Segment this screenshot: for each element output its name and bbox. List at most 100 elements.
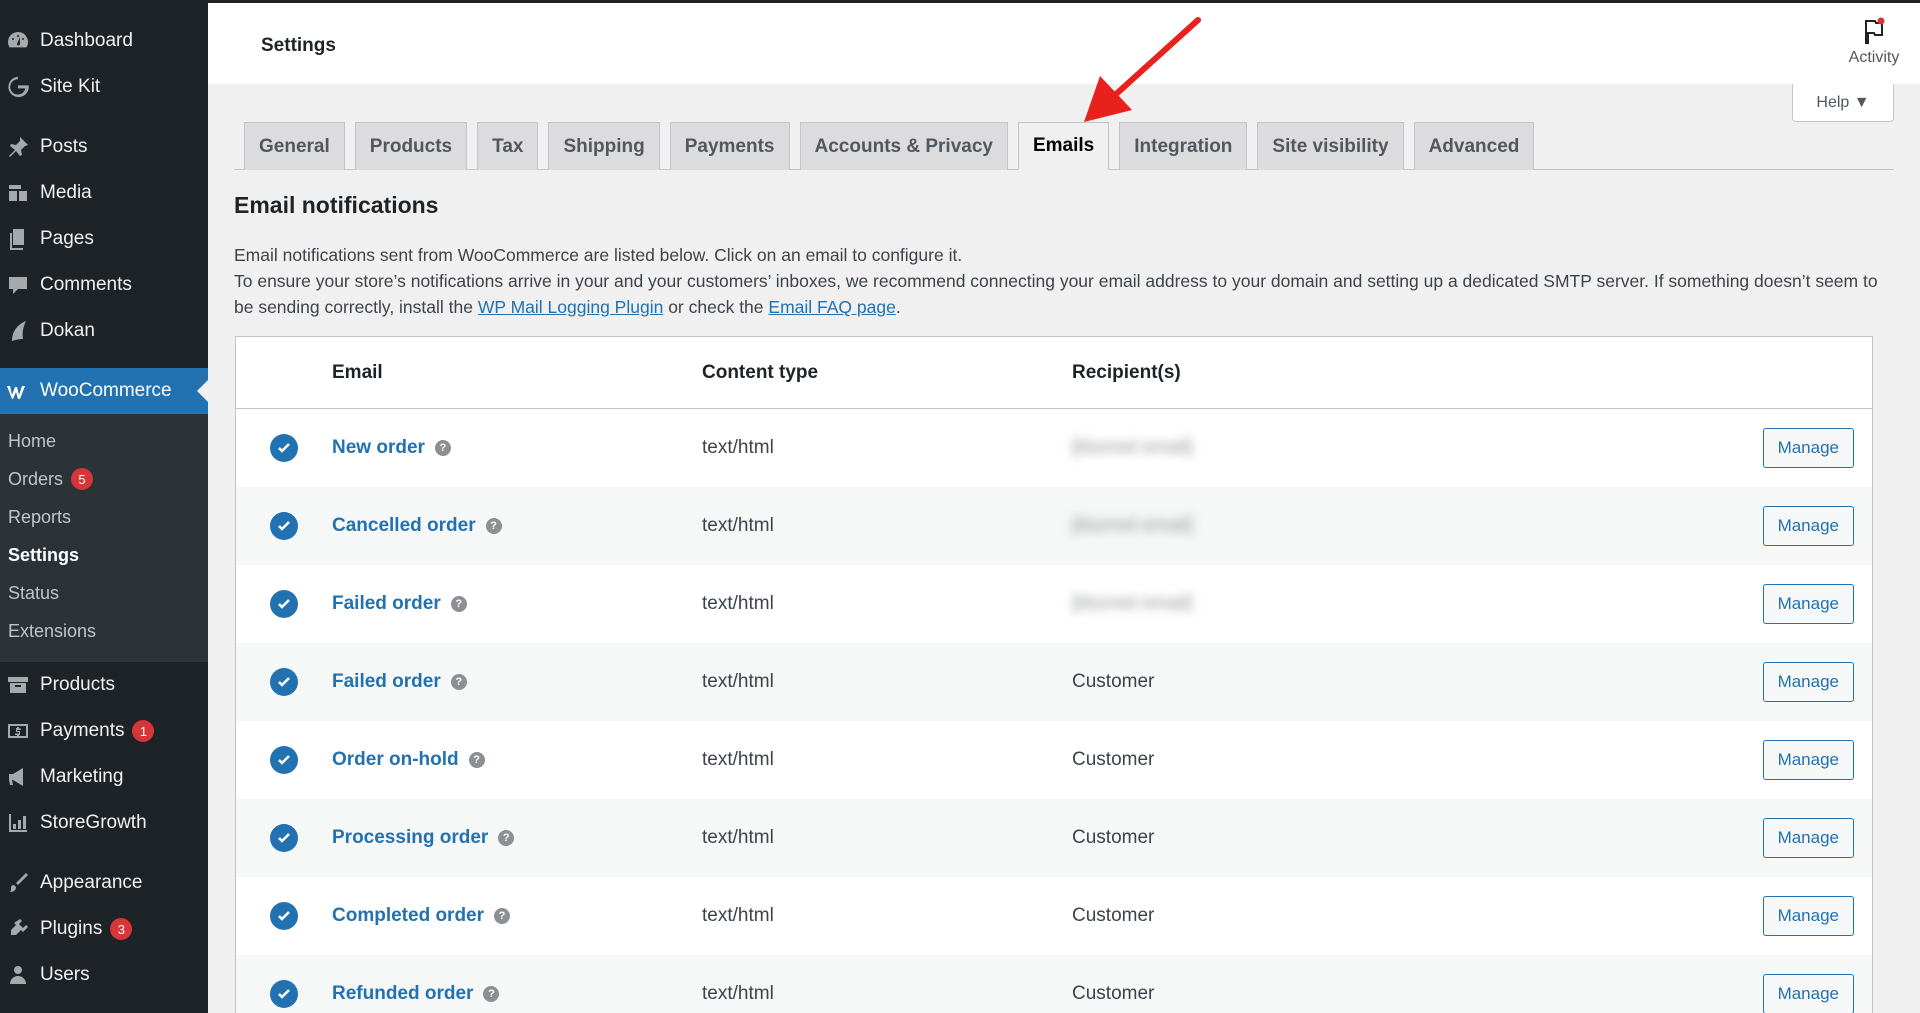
enabled-check-icon xyxy=(270,980,298,1008)
sidebar-item-label: Pages xyxy=(40,228,94,249)
manage-button[interactable]: Manage xyxy=(1762,428,1854,468)
tab-site-visibility[interactable]: Site visibility xyxy=(1257,122,1404,170)
enabled-check-icon xyxy=(270,590,298,618)
help-tip-icon[interactable]: ? xyxy=(498,829,515,846)
sidebar-item-label: Comments xyxy=(40,274,132,295)
help-tip-icon[interactable]: ? xyxy=(434,439,451,456)
help-tip-icon[interactable]: ? xyxy=(483,985,500,1002)
submenu-item-settings[interactable]: Settings xyxy=(0,536,208,574)
table-row: Processing order? text/html Customer Manage xyxy=(236,799,1872,877)
plugins-count-badge: 3 xyxy=(110,918,133,940)
help-tip-icon[interactable]: ? xyxy=(450,673,467,690)
enabled-check-icon xyxy=(270,512,298,540)
sidebar-item-products[interactable]: Products xyxy=(0,662,208,708)
manage-button[interactable]: Manage xyxy=(1762,662,1854,702)
email-name-link[interactable]: Order on-hold xyxy=(332,749,459,770)
email-name-link[interactable]: Completed order xyxy=(332,905,484,926)
tab-integration[interactable]: Integration xyxy=(1119,122,1248,170)
manage-button[interactable]: Manage xyxy=(1762,896,1854,936)
tab-tax[interactable]: Tax xyxy=(477,122,539,170)
sidebar-item-plugins[interactable]: Plugins 3 xyxy=(0,906,208,952)
archive-icon xyxy=(4,671,32,699)
megaphone-icon xyxy=(4,763,32,791)
dokan-icon xyxy=(4,317,32,345)
sidebar-item-label: Media xyxy=(40,182,92,203)
sidebar-item-label: Plugins xyxy=(40,918,103,939)
brush-icon xyxy=(4,869,32,897)
submenu-label: Extensions xyxy=(8,620,97,641)
sidebar-item-label: Dokan xyxy=(40,320,95,341)
email-faq-link[interactable]: Email FAQ page xyxy=(768,297,895,317)
email-name-link[interactable]: Failed order xyxy=(332,671,441,692)
wp-mail-logging-link[interactable]: WP Mail Logging Plugin xyxy=(478,297,663,317)
submenu-item-status[interactable]: Status xyxy=(0,574,208,612)
submenu-label: Settings xyxy=(8,544,80,565)
manage-button[interactable]: Manage xyxy=(1762,818,1854,858)
sidebar-item-dashboard[interactable]: Dashboard xyxy=(0,18,208,64)
email-notifications-table: Email Content type Recipient(s) New orde… xyxy=(235,336,1873,1013)
email-name-link[interactable]: Cancelled order xyxy=(332,515,476,536)
sidebar-item-dokan[interactable]: Dokan xyxy=(0,308,208,354)
manage-button[interactable]: Manage xyxy=(1762,584,1854,624)
sidebar-item-appearance[interactable]: Appearance xyxy=(0,860,208,906)
desc-line-2: To ensure your store’s notifications arr… xyxy=(234,268,1894,320)
desc-line-1: Email notifications sent from WooCommerc… xyxy=(234,245,963,265)
table-row: Failed order? text/html Customer Manage xyxy=(236,643,1872,721)
content-type-cell: text/html xyxy=(702,983,774,1004)
table-row: New order? text/html [blurred email] Manage xyxy=(236,409,1872,487)
table-body: New order? text/html [blurred email] Manage… xyxy=(236,409,1872,1013)
manage-button[interactable]: Manage xyxy=(1762,974,1854,1013)
enabled-check-icon xyxy=(270,668,298,696)
tab-general[interactable]: General xyxy=(244,122,345,170)
enabled-check-icon xyxy=(270,434,298,462)
sidebar-item-woocommerce[interactable]: WooCommerce xyxy=(0,368,208,414)
sidebar-item-users[interactable]: Users xyxy=(0,952,208,998)
sidebar-item-label: Site Kit xyxy=(40,76,101,97)
manage-button[interactable]: Manage xyxy=(1762,506,1854,546)
page-header: Settings Activity xyxy=(208,0,1920,84)
submenu-item-reports[interactable]: Reports xyxy=(0,498,208,536)
enabled-check-icon xyxy=(270,746,298,774)
submenu-item-extensions[interactable]: Extensions xyxy=(0,612,208,650)
sidebar-item-posts[interactable]: Posts xyxy=(0,124,208,170)
annotation-arrow xyxy=(1084,17,1201,122)
help-tip-icon[interactable]: ? xyxy=(450,595,467,612)
sidebar-item-payments[interactable]: Payments 1 xyxy=(0,708,208,754)
submenu-label: Status xyxy=(8,582,60,603)
payments-icon xyxy=(4,717,32,745)
tab-shipping[interactable]: Shipping xyxy=(548,122,660,170)
help-tip-icon[interactable]: ? xyxy=(485,517,502,534)
sidebar-item-storegrowth[interactable]: StoreGrowth xyxy=(0,800,208,846)
recipient-cell: Customer xyxy=(1072,983,1155,1004)
submenu-label: Orders xyxy=(8,468,64,489)
recipient-cell: [blurred email] xyxy=(1072,593,1193,614)
email-name-link[interactable]: Processing order xyxy=(332,827,488,848)
sidebar-item-media[interactable]: Media xyxy=(0,170,208,216)
enabled-check-icon xyxy=(270,824,298,852)
help-button[interactable]: Help ▼ xyxy=(1792,84,1894,122)
sidebar-item-comments[interactable]: Comments xyxy=(0,262,208,308)
recipient-cell: Customer xyxy=(1072,671,1155,692)
sidebar-item-marketing[interactable]: Marketing xyxy=(0,754,208,800)
activity-button[interactable]: Activity xyxy=(1842,17,1906,67)
sidebar-item-site-kit[interactable]: Site Kit xyxy=(0,64,208,110)
submenu-label: Home xyxy=(8,430,57,451)
submenu-item-orders[interactable]: Orders 5 xyxy=(0,460,208,498)
email-name-link[interactable]: Failed order xyxy=(332,593,441,614)
help-tip-icon[interactable]: ? xyxy=(468,751,485,768)
tab-emails[interactable]: Emails xyxy=(1017,122,1110,170)
sidebar-item-pages[interactable]: Pages xyxy=(0,216,208,262)
sidebar-item-label: Marketing xyxy=(40,766,124,787)
tab-payments[interactable]: Payments xyxy=(669,122,790,170)
tab-advanced[interactable]: Advanced xyxy=(1413,122,1535,170)
submenu-item-home[interactable]: Home xyxy=(0,422,208,460)
email-name-link[interactable]: Refunded order xyxy=(332,983,473,1004)
tab-accounts-privacy[interactable]: Accounts & Privacy xyxy=(799,122,1008,170)
manage-button[interactable]: Manage xyxy=(1762,740,1854,780)
tab-products[interactable]: Products xyxy=(354,122,468,170)
email-name-link[interactable]: New order xyxy=(332,437,425,458)
help-tip-icon[interactable]: ? xyxy=(494,907,511,924)
user-icon xyxy=(4,961,32,989)
woocommerce-icon xyxy=(4,377,32,405)
desc-text: . xyxy=(895,297,901,317)
